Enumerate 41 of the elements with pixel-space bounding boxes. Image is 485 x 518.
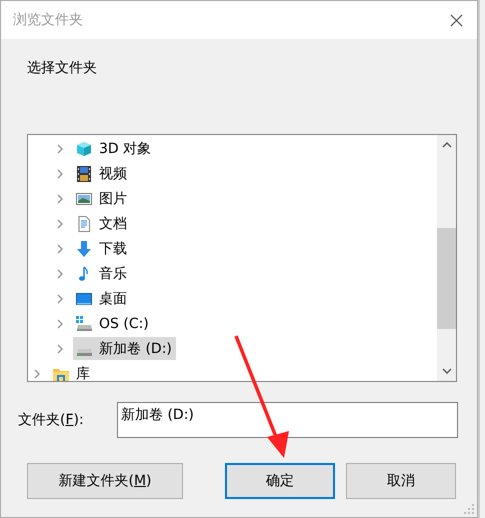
resize-grip-icon[interactable] — [464, 504, 474, 514]
chevron-icon[interactable] — [57, 194, 63, 204]
tree-item[interactable]: 音乐 — [73, 262, 131, 285]
tree-item[interactable]: 文档 — [73, 212, 131, 235]
image-icon — [76, 190, 92, 206]
film-strip-icon — [76, 166, 92, 182]
tree-item[interactable]: 图片 — [73, 187, 131, 210]
tree-item[interactable]: 新加卷 (D:) — [73, 337, 176, 360]
new-folder-button[interactable]: 新建文件夹(M) — [27, 463, 183, 499]
tree-item[interactable]: OS (C:) — [73, 312, 153, 335]
drive-icon — [76, 348, 92, 356]
document-icon — [76, 216, 92, 232]
chevron-icon[interactable] — [57, 268, 63, 278]
close-icon[interactable] — [450, 14, 463, 26]
window-title: 浏览文件夹 — [13, 11, 83, 29]
tree-item[interactable]: 库 — [50, 362, 94, 381]
chevron-icon[interactable] — [57, 294, 63, 304]
chevron-icon[interactable] — [57, 144, 63, 154]
instruction-text: 选择文件夹 — [26, 59, 98, 78]
drive-icon — [76, 316, 92, 332]
chevron-icon[interactable] — [57, 244, 63, 254]
cancel-button[interactable]: 取消 — [346, 463, 456, 499]
down-arrow-icon — [76, 240, 92, 256]
chevron-icon[interactable] — [57, 168, 63, 178]
chevron-icon[interactable] — [34, 368, 40, 378]
tree-item[interactable]: 视频 — [73, 162, 131, 185]
chevron-icon[interactable] — [57, 218, 63, 228]
monitor-icon — [76, 290, 92, 306]
tree-item[interactable]: 3D 对象 — [73, 137, 156, 160]
chevron-icon[interactable] — [57, 318, 63, 328]
scroll-down-icon[interactable] — [442, 368, 452, 374]
tree-item[interactable]: 桌面 — [73, 287, 131, 310]
scrollbar[interactable] — [437, 135, 456, 381]
cube-icon — [76, 140, 92, 156]
folder-field[interactable]: 新加卷 (D:) — [117, 402, 458, 438]
tree-item[interactable]: 下载 — [73, 237, 131, 260]
chevron-icon[interactable] — [57, 344, 63, 354]
ok-button[interactable]: 确定 — [225, 463, 335, 499]
folder-label: 文件夹(F): — [18, 411, 85, 429]
scrollbar-thumb[interactable] — [437, 228, 456, 329]
scroll-up-icon[interactable] — [442, 142, 452, 148]
